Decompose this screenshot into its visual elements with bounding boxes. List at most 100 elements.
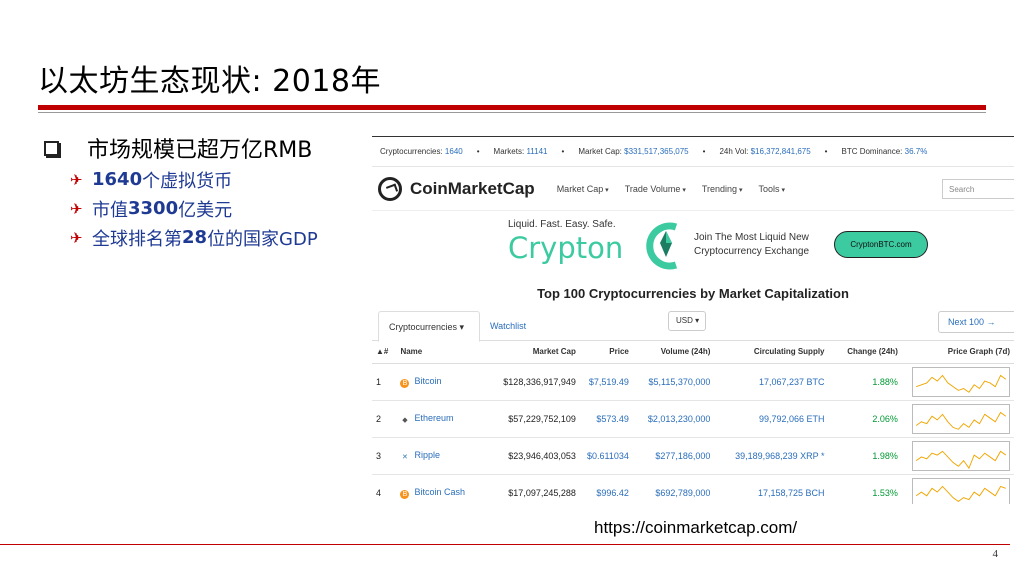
cell-supply: 17,158,725 BCH <box>714 474 829 504</box>
sub-bullet-item: ✈ 1640 个虚拟货币 <box>70 165 318 194</box>
header-rank[interactable]: ▲# <box>372 341 397 364</box>
cell-name[interactable]: ✕ Ripple <box>396 437 491 475</box>
cell-change: 1.98% <box>828 437 902 475</box>
cell-change: 1.88% <box>828 363 902 401</box>
sub-bullet-strong: 28 <box>182 227 208 248</box>
cell-price[interactable]: $996.42 <box>579 474 633 504</box>
cell-price-graph[interactable] <box>901 363 1014 401</box>
header-change[interactable]: Change (24h) <box>828 341 902 364</box>
stat-markets[interactable]: Markets: 11141 <box>494 147 548 156</box>
stat-separator: • <box>476 147 480 156</box>
sub-bullet-prefix: 市值 <box>92 199 128 221</box>
cell-price[interactable]: $7,519.49 <box>579 363 633 401</box>
header-name[interactable]: Name <box>396 341 491 364</box>
header-market-cap[interactable]: Market Cap <box>490 341 580 364</box>
stat-volume[interactable]: 24h Vol: $16,372,841,675 <box>719 147 810 156</box>
ad-brand: Crypton <box>508 231 624 265</box>
crypton-logo-icon <box>646 222 678 270</box>
header-volume[interactable]: Volume (24h) <box>632 341 715 364</box>
sub-bullet-item: ✈ 市值 3300 亿美元 <box>70 194 318 223</box>
page-number: 4 <box>992 548 999 560</box>
sub-bullet-list: ✈ 1640 个虚拟货币 ✈ 市值 3300 亿美元 ✈ 全球排名第 28 位的国家GDP <box>70 165 318 252</box>
crypto-table: ▲# Name Market Cap Price Volume (24h) Ci… <box>372 341 1014 504</box>
sub-bullet-text: 个虚拟货币 <box>142 170 233 192</box>
cell-change: 1.53% <box>828 474 902 504</box>
airplane-bullet-icon: ✈ <box>70 228 83 247</box>
cell-name[interactable]: B Bitcoin Cash <box>396 474 491 504</box>
cell-volume[interactable]: $692,789,000 <box>632 474 715 504</box>
tab-cryptocurrencies[interactable]: Cryptocurrencies ▾ <box>378 311 480 342</box>
bitcoin-icon: B <box>400 378 410 388</box>
cell-price-graph[interactable] <box>901 437 1014 475</box>
cell-market-cap: $17,097,245,288 <box>490 474 580 504</box>
cell-volume[interactable]: $5,115,370,000 <box>632 363 715 401</box>
nav-market-cap[interactable]: Market Cap <box>557 184 609 194</box>
page-heading: Top 100 Cryptocurrencies by Market Capit… <box>537 286 849 301</box>
stat-cryptocurrencies[interactable]: Cryptocurrencies: 1640 <box>380 147 463 156</box>
cell-name[interactable]: ◆ Ethereum <box>396 400 491 438</box>
sparkline-series <box>915 450 1007 469</box>
ad-cta-button[interactable]: CryptonBTC.com <box>834 231 928 258</box>
title-divider <box>38 105 986 110</box>
sub-bullet-prefix: 全球排名第 <box>92 228 182 250</box>
stat-btc-dominance[interactable]: BTC Dominance: 36.7% <box>841 147 927 156</box>
cell-supply: 17,067,237 BTC <box>714 363 829 401</box>
crypton-ad-banner[interactable]: Liquid. Fast. Easy. Safe. Crypton Join T… <box>372 211 1014 283</box>
cell-volume[interactable]: $277,186,000 <box>632 437 715 475</box>
cell-price[interactable]: $0.611034 <box>579 437 633 475</box>
ad-headline: Join The Most Liquid New Cryptocurrency … <box>694 232 810 257</box>
logo-text: CoinMarketCap <box>410 178 535 198</box>
sparkline-chart <box>912 440 1010 471</box>
ethereum-icon: ◆ <box>400 415 410 425</box>
tab-watchlist[interactable]: Watchlist <box>490 321 526 331</box>
site-navbar: CoinMarketCap Market Cap Trade Volume Tr… <box>372 167 1014 211</box>
stat-separator: • <box>702 147 706 156</box>
nav-trade-volume[interactable]: Trade Volume <box>625 184 686 194</box>
cell-supply: 39,189,968,239 XRP * <box>714 437 829 475</box>
nav-tools[interactable]: Tools <box>759 184 785 194</box>
sparkline-chart <box>912 403 1010 434</box>
sub-bullet-text: 位的国家GDP <box>207 228 318 250</box>
coinmarketcap-logo[interactable]: CoinMarketCap <box>378 176 535 201</box>
sub-bullet-text: 亿美元 <box>178 199 233 221</box>
currency-select[interactable]: USD ▾ <box>668 311 706 331</box>
footer-divider <box>0 544 1010 545</box>
sparkline-series <box>915 485 1006 502</box>
table-row: 2 ◆ Ethereum $57,229,752,109 $573.49 $2,0… <box>372 400 1014 438</box>
table-header-row: ▲# Name Market Cap Price Volume (24h) Ci… <box>372 341 1014 364</box>
coinmarketcap-logo-icon <box>378 176 402 201</box>
cell-rank: 2 <box>372 400 397 438</box>
next-page-button[interactable]: Next 100 → <box>938 311 1014 333</box>
cell-rank: 3 <box>372 437 397 475</box>
cell-volume[interactable]: $2,013,230,000 <box>632 400 715 438</box>
main-bullet: 市场规模已超万亿RMB <box>44 132 312 164</box>
table-row: 4 B Bitcoin Cash $17,097,245,288 $996.42 … <box>372 474 1014 504</box>
nav-menu: Market Cap Trade Volume Trending Tools <box>557 184 785 194</box>
ripple-icon: ✕ <box>400 452 410 462</box>
bitcoin-cash-icon: B <box>400 489 410 499</box>
stat-market-cap[interactable]: Market Cap: $331,517,365,075 <box>578 147 688 156</box>
sparkline-series <box>915 411 1007 430</box>
search-input[interactable]: Search <box>942 178 1014 199</box>
main-bullet-text: 市场规模已超万亿RMB <box>87 138 313 163</box>
sub-bullet-item: ✈ 全球排名第 28 位的国家GDP <box>70 223 318 252</box>
cell-rank: 1 <box>372 363 397 401</box>
table-row: 1 B Bitcoin $128,336,917,949 $7,519.49 $5… <box>372 363 1014 401</box>
ad-tagline: Liquid. Fast. Easy. Safe. <box>508 219 616 230</box>
stat-separator: • <box>561 147 565 156</box>
cell-supply: 99,792,066 ETH <box>714 400 829 438</box>
cell-market-cap: $23,946,403,053 <box>490 437 580 475</box>
header-supply[interactable]: Circulating Supply <box>714 341 829 364</box>
cell-change: 2.06% <box>828 400 902 438</box>
airplane-bullet-icon: ✈ <box>70 170 83 189</box>
sparkline-chart <box>912 366 1010 397</box>
cell-price-graph[interactable] <box>901 400 1014 438</box>
cell-market-cap: $128,336,917,949 <box>490 363 580 401</box>
cell-price[interactable]: $573.49 <box>579 400 633 438</box>
table-body: 1 B Bitcoin $128,336,917,949 $7,519.49 $5… <box>372 363 1014 504</box>
cell-name[interactable]: B Bitcoin <box>396 363 491 401</box>
header-price[interactable]: Price <box>579 341 633 364</box>
nav-trending[interactable]: Trending <box>702 184 743 194</box>
cell-price-graph[interactable] <box>901 474 1014 504</box>
sparkline-chart <box>912 477 1010 504</box>
